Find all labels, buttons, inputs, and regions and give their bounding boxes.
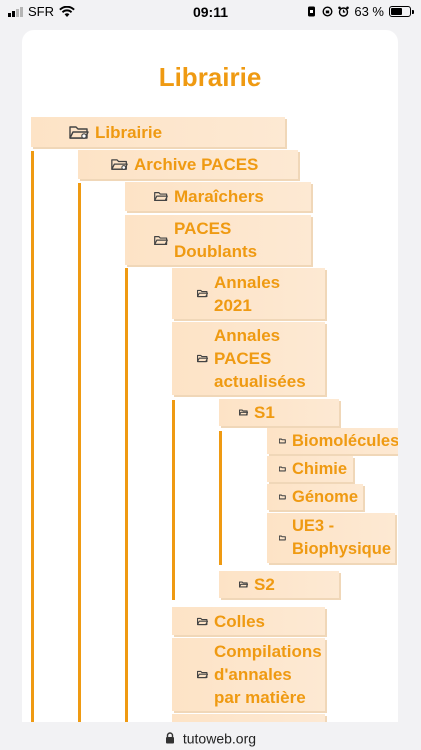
- alarm-icon: [338, 6, 350, 17]
- folder-label: Colles: [214, 611, 266, 631]
- folder-label: Compilations d'annales par matière: [214, 642, 322, 707]
- folder-ue3-biophysique[interactable]: UE3 - Biophysique: [267, 513, 395, 563]
- tree-line-level-2: [78, 183, 81, 730]
- folder-label: Librairie: [95, 122, 163, 142]
- rotation-lock-icon: [322, 6, 333, 17]
- folder-label: PACES Doublants: [174, 219, 258, 261]
- folder-annales-2021[interactable]: Annales 2021: [172, 268, 325, 319]
- folder-icon: [197, 670, 208, 679]
- folder-label: Chimie: [292, 459, 348, 478]
- folder-biomolecules[interactable]: Biomolécules: [267, 428, 398, 454]
- tree-line-level-5: [219, 431, 222, 565]
- folder-genome[interactable]: Génome: [267, 484, 363, 510]
- url-text: tutoweb.org: [182, 730, 257, 747]
- folder-librairie[interactable]: Librairie: [31, 117, 285, 147]
- tree-line-level-3: [125, 268, 128, 730]
- folder-label: Biomolécules: [292, 431, 398, 450]
- folder-icon: [279, 466, 286, 472]
- folder-label: Maraîchers: [174, 187, 264, 206]
- folder-label: S1: [254, 403, 275, 422]
- folder-icon: [279, 535, 286, 541]
- folder-paces-doublants[interactable]: PACES Doublants: [125, 215, 311, 265]
- battery-icon: [389, 6, 414, 17]
- library-card: Librairie Librairie Archive PACES Maraîc…: [22, 30, 398, 730]
- folder-open-icon: [154, 235, 168, 245]
- tree-line-level-1: [31, 151, 34, 730]
- folder-icon: [279, 438, 286, 444]
- folder-maraichers[interactable]: Maraîchers: [125, 182, 311, 211]
- tree-line-level-4: [172, 400, 175, 600]
- folder-open-icon: [239, 409, 248, 416]
- folder-annales-paces-actualisees[interactable]: Annales PACES actualisées: [172, 322, 325, 395]
- folder-open-icon: [69, 125, 89, 139]
- folder-label: Archive PACES: [134, 155, 259, 174]
- folder-s2[interactable]: S2: [219, 571, 339, 598]
- status-right: 63 %: [306, 4, 414, 19]
- folder-colles[interactable]: Colles: [172, 607, 325, 635]
- folder-archive-paces[interactable]: Archive PACES: [78, 150, 298, 179]
- battery-percent: 63 %: [354, 4, 384, 19]
- folder-label: Génome: [292, 487, 359, 506]
- folder-compilations[interactable]: Compilations d'annales par matière: [172, 638, 325, 711]
- folder-label: Annales PACES actualisées: [214, 326, 306, 391]
- folder-open-icon: [111, 159, 128, 170]
- lock-icon: [165, 732, 174, 744]
- folder-label: S2: [254, 575, 275, 594]
- folder-open-icon: [197, 354, 208, 363]
- folder-chimie[interactable]: Chimie: [267, 456, 353, 482]
- folder-icon: [239, 581, 248, 588]
- folder-label: UE3 - Biophysique: [292, 517, 392, 558]
- folder-open-icon: [154, 192, 168, 201]
- folder-icon: [279, 494, 286, 500]
- phone-lock-icon: [308, 6, 316, 17]
- status-bar: SFR 09:11 63 %: [0, 0, 421, 26]
- folder-label: Annales 2021: [214, 272, 281, 315]
- folder-icon: [197, 289, 208, 298]
- page-title: Librairie: [158, 62, 262, 92]
- browser-url-bar[interactable]: tutoweb.org: [0, 722, 421, 750]
- folder-s1[interactable]: S1: [219, 399, 339, 426]
- folder-icon: [197, 617, 208, 625]
